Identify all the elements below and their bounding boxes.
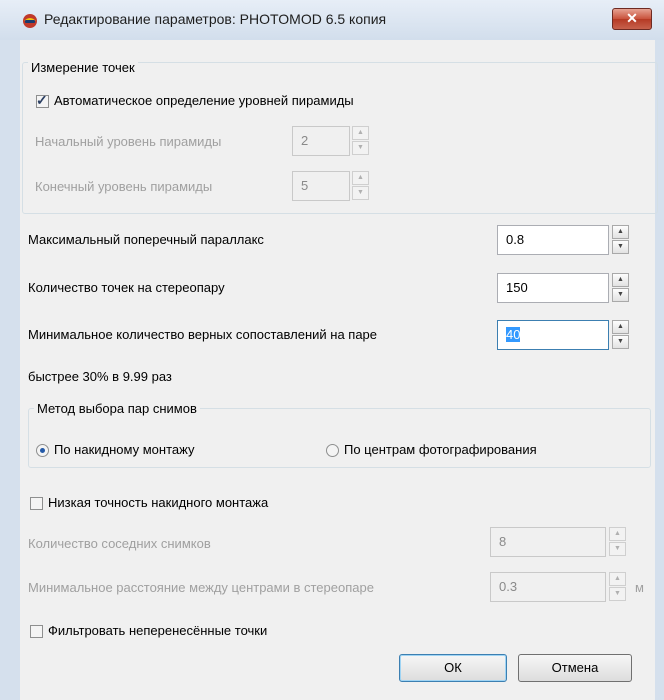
dialog-client-area: Измерение точек ✓ Автоматическое определ… (20, 40, 658, 700)
start-level-value: 2 (301, 133, 309, 148)
title-bar[interactable]: Редактирование параметров: PHOTOMOD 6.5 … (0, 0, 664, 40)
end-level-spinner[interactable]: ▲ ▼ (352, 171, 369, 201)
centers-radio-label[interactable]: По центрам фотографирования (344, 442, 537, 457)
filter-points-checkbox[interactable] (30, 625, 43, 638)
spin-up-icon[interactable]: ▲ (609, 572, 626, 586)
neighbor-count-label: Количество соседних снимков (28, 536, 211, 551)
points-per-pair-spinner[interactable]: ▲ ▼ (612, 273, 629, 303)
min-matches-label: Минимальное количество верных сопоставле… (28, 327, 378, 342)
auto-pyramid-checkbox[interactable]: ✓ (36, 92, 49, 108)
end-level-label: Конечный уровень пирамиды (35, 179, 213, 194)
spin-up-icon[interactable]: ▲ (612, 320, 629, 334)
min-matches-spinner[interactable]: ▲ ▼ (612, 320, 629, 350)
spin-down-icon[interactable]: ▼ (612, 240, 629, 254)
spin-down-icon[interactable]: ▼ (612, 288, 629, 302)
start-level-label: Начальный уровень пирамиды (35, 134, 222, 149)
end-level-input[interactable]: 5 (292, 171, 350, 201)
max-parallax-input[interactable]: 0.8 (497, 225, 609, 255)
max-parallax-label: Максимальный поперечный параллакс (28, 232, 264, 247)
check-icon: ✓ (36, 92, 48, 108)
end-level-value: 5 (301, 178, 309, 193)
min-distance-spinner[interactable]: ▲ ▼ (609, 572, 626, 602)
points-per-pair-value: 150 (506, 280, 528, 295)
spin-down-icon[interactable]: ▼ (612, 335, 629, 349)
spin-up-icon[interactable]: ▲ (612, 273, 629, 287)
window-title: Редактирование параметров: PHOTOMOD 6.5 … (44, 11, 387, 27)
low-accuracy-label[interactable]: Низкая точность накидного монтажа (48, 495, 268, 510)
spin-down-icon[interactable]: ▼ (352, 141, 369, 155)
max-parallax-value: 0.8 (506, 232, 525, 247)
min-distance-label: Минимальное расстояние между центрами в … (28, 580, 374, 595)
filter-points-label[interactable]: Фильтровать неперенесённые точки (48, 623, 267, 638)
start-level-spinner[interactable]: ▲ ▼ (352, 126, 369, 156)
min-matches-input[interactable]: 40 (497, 320, 609, 350)
min-distance-unit: м (635, 580, 644, 595)
spin-down-icon[interactable]: ▼ (609, 542, 626, 556)
radio-selected-dot (40, 448, 45, 453)
pair-method-group-title: Метод выбора пар снимов (34, 401, 200, 416)
spin-down-icon[interactable]: ▼ (352, 186, 369, 200)
points-per-pair-label: Количество точек на стереопару (28, 280, 225, 295)
spin-down-icon[interactable]: ▼ (609, 587, 626, 601)
overlay-radio-label[interactable]: По накидному монтажу (54, 442, 194, 457)
cancel-button[interactable]: Отмена (518, 654, 632, 682)
min-distance-value: 0.3 (499, 579, 518, 594)
min-matches-value: 40 (506, 327, 521, 342)
points-per-pair-input[interactable]: 150 (497, 273, 609, 303)
pair-method-group (28, 408, 651, 468)
low-accuracy-checkbox[interactable] (30, 497, 43, 510)
spin-up-icon[interactable]: ▲ (352, 126, 369, 140)
speed-info-text: быстрее 30% в 9.99 раз (28, 369, 172, 384)
close-button[interactable]: ✕ (612, 8, 652, 30)
max-parallax-spinner[interactable]: ▲ ▼ (612, 225, 629, 255)
ok-button[interactable]: ОК (399, 654, 507, 682)
spin-up-icon[interactable]: ▲ (352, 171, 369, 185)
spin-up-icon[interactable]: ▲ (612, 225, 629, 239)
photomod-app-icon (23, 14, 37, 28)
close-icon: ✕ (626, 10, 638, 26)
overlay-radio[interactable] (36, 444, 49, 457)
neighbor-count-spinner[interactable]: ▲ ▼ (609, 527, 626, 557)
window-frame-left (0, 40, 20, 700)
neighbor-count-input[interactable]: 8 (490, 527, 606, 557)
start-level-input[interactable]: 2 (292, 126, 350, 156)
auto-pyramid-label[interactable]: Автоматическое определение уровней пирам… (54, 93, 354, 108)
centers-radio[interactable] (326, 444, 339, 457)
min-distance-input[interactable]: 0.3 (490, 572, 606, 602)
dialog-window: Редактирование параметров: PHOTOMOD 6.5 … (0, 0, 664, 700)
spin-up-icon[interactable]: ▲ (609, 527, 626, 541)
point-measurement-group-title: Измерение точек (28, 60, 138, 75)
neighbor-count-value: 8 (499, 534, 507, 549)
